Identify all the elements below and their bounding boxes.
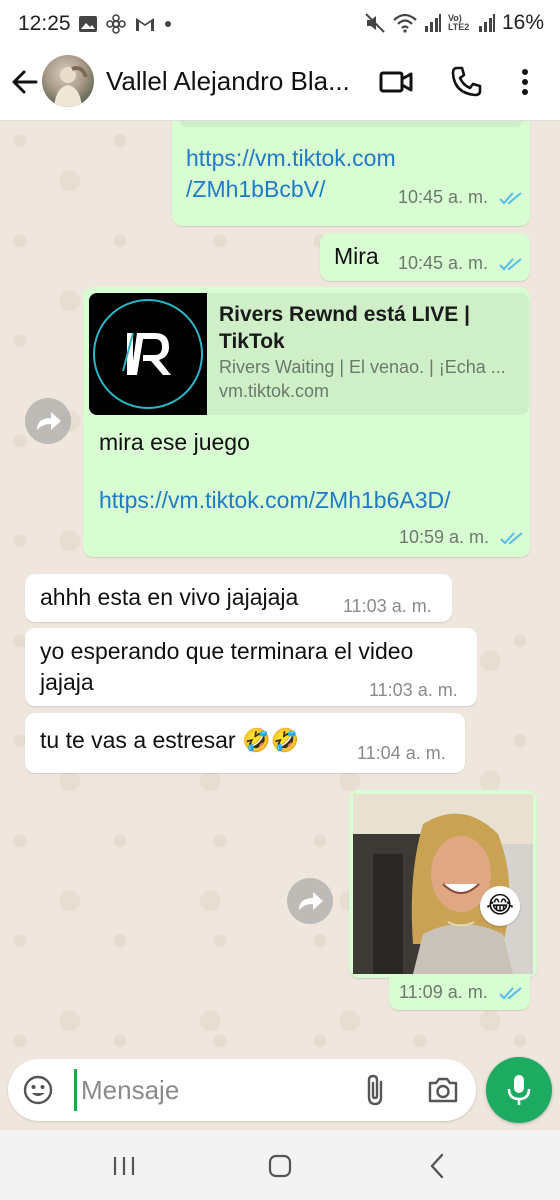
back-nav-icon[interactable]	[426, 1152, 448, 1180]
link-preview-title: Rivers Rewnd está LIVE | TikTok	[219, 303, 470, 353]
message-text: tu te vas a estresar 🤣🤣	[40, 727, 300, 753]
photo-image	[353, 794, 533, 974]
photo-time-bar: 11:09 a. m.	[389, 974, 530, 1010]
arrow-left-icon[interactable]	[8, 65, 42, 99]
microphone-icon	[507, 1075, 531, 1105]
message-time: 10:59 a. m.	[399, 527, 524, 548]
link-preview[interactable]: Rivers Rewnd está LIVE | TikTok Rivers W…	[89, 293, 529, 415]
chat-header: Vallel Alejandro Bla...	[0, 50, 560, 121]
message-time: 11:04 a. m.	[357, 743, 446, 763]
home-icon[interactable]	[267, 1153, 293, 1179]
message-time: 11:03 a. m.	[343, 596, 432, 616]
message-time: 10:45 a. m.	[398, 253, 523, 274]
shared-photo[interactable]	[353, 794, 533, 974]
avatar-image	[54, 66, 88, 107]
paperclip-icon[interactable]	[362, 1073, 390, 1107]
gmail-notification-icon	[136, 18, 154, 31]
double-check-icon	[499, 987, 522, 1000]
status-time: 12:25	[18, 12, 71, 35]
message-bubble-incoming[interactable]: yo esperando que terminara el video jaja…	[25, 628, 477, 706]
message-text: Mira	[334, 243, 379, 269]
video-camera-icon[interactable]	[378, 64, 414, 100]
double-check-icon	[499, 258, 522, 271]
mute-icon	[365, 13, 385, 33]
chat-area[interactable]: https://vm.tiktok.com /ZMh1bBcbV/ 10:45 …	[0, 121, 560, 1056]
forward-icon	[299, 892, 323, 910]
message-bubble-outgoing[interactable]: Rivers Rewnd está LIVE | TikTok Rivers W…	[83, 287, 530, 557]
message-composer	[8, 1059, 476, 1121]
lte-label: Vo) LTE2	[447, 13, 470, 32]
link-preview-domain: vm.tiktok.com	[219, 381, 330, 401]
signal-icon	[424, 14, 441, 32]
forward-button[interactable]	[287, 878, 333, 924]
status-bar: 12:25 Vo) LTE2 16%	[0, 0, 560, 50]
message-text: mira ese juego	[99, 429, 250, 455]
emoji-icon[interactable]	[22, 1074, 54, 1106]
message-text: yo esperando que terminara el video jaja…	[40, 638, 414, 695]
message-bubble-incoming[interactable]: tu te vas a estresar 🤣🤣 11:04 a. m.	[25, 713, 465, 773]
message-text: ahhh esta en vivo jajajaja	[40, 584, 299, 610]
message-link[interactable]: https://vm.tiktok.com /ZMh1bBcbV/	[186, 143, 396, 205]
link-preview-fragment	[180, 121, 522, 127]
message-time: 11:03 a. m.	[369, 680, 458, 700]
dot-icon	[165, 21, 171, 27]
message-time: 11:09 a. m.	[399, 982, 523, 1003]
battery-level: 16%	[501, 11, 544, 34]
forward-button[interactable]	[25, 398, 71, 444]
system-navigation-bar	[0, 1130, 560, 1200]
message-bubble-outgoing[interactable]: https://vm.tiktok.com /ZMh1bBcbV/ 10:45 …	[172, 121, 530, 226]
double-check-icon	[499, 192, 522, 205]
message-bubble-outgoing[interactable]: Mira 10:45 a. m.	[320, 233, 530, 281]
double-check-icon	[500, 532, 523, 545]
message-time: 10:45 a. m.	[398, 187, 523, 208]
recent-apps-icon[interactable]	[111, 1154, 137, 1178]
message-bubble-incoming[interactable]: ahhh esta en vivo jajajaja 11:03 a. m.	[25, 574, 452, 622]
camera-icon[interactable]	[426, 1074, 460, 1106]
signal-icon-2	[478, 14, 495, 32]
message-input[interactable]	[74, 1069, 353, 1111]
forward-icon	[37, 412, 61, 430]
flower-notification-icon	[106, 14, 126, 34]
tiktok-thumbnail	[89, 293, 207, 415]
gallery-notification-icon	[79, 16, 97, 32]
avatar[interactable]	[42, 55, 94, 107]
phone-icon[interactable]	[448, 64, 484, 100]
voice-message-button[interactable]	[486, 1057, 552, 1123]
rivers-logo-icon	[93, 299, 203, 409]
message-reaction[interactable]: 😂	[480, 886, 520, 926]
link-preview-description: Rivers Waiting | El venao. | ¡Echa ...	[219, 357, 506, 377]
message-link[interactable]: https://vm.tiktok.com/ZMh1b6A3D/	[99, 485, 451, 516]
wifi-icon	[393, 13, 417, 33]
contact-name[interactable]: Vallel Alejandro Bla...	[106, 66, 366, 97]
more-vertical-icon[interactable]	[510, 64, 540, 100]
